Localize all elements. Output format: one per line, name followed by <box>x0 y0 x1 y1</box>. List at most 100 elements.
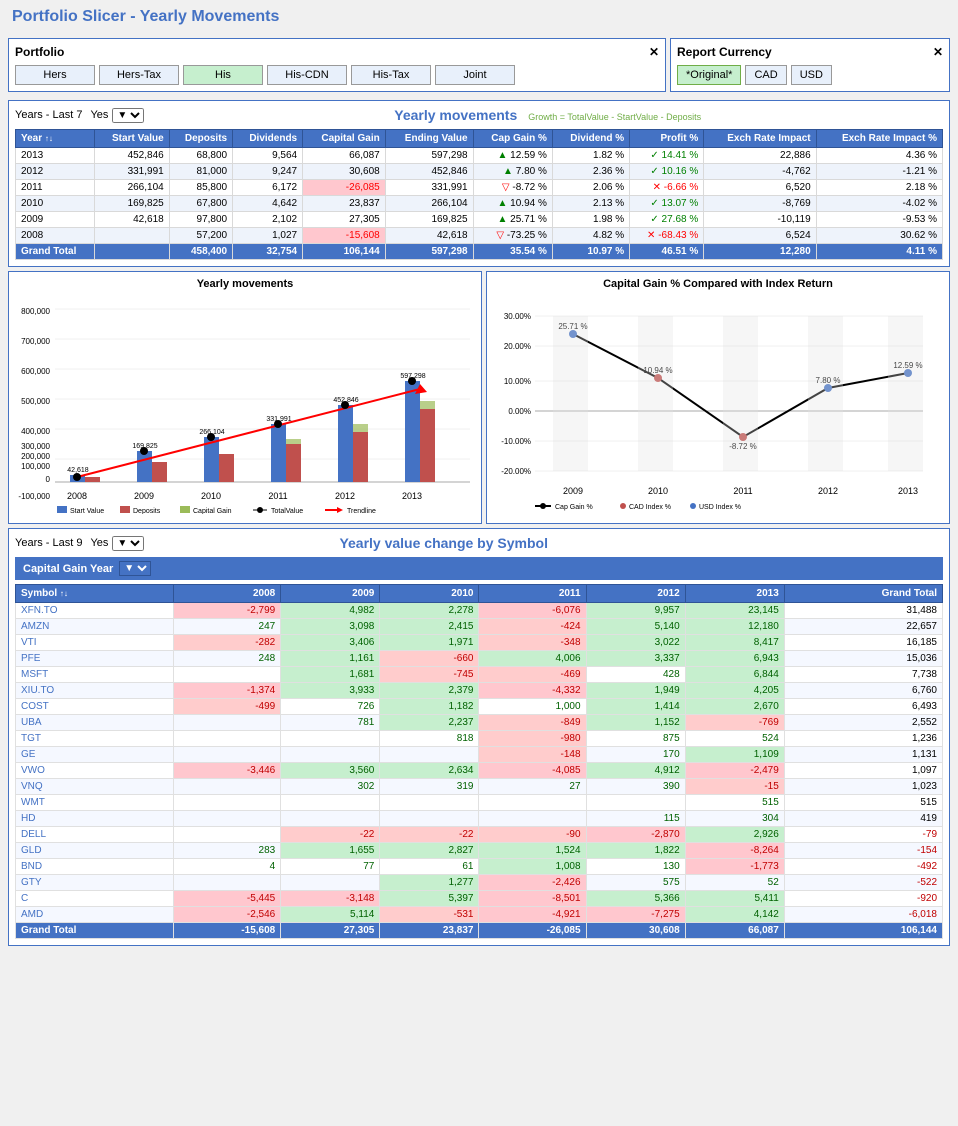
list-item: 302 <box>281 779 380 795</box>
svg-text:Start Value: Start Value <box>70 508 104 514</box>
list-item: -4,921 <box>479 907 586 923</box>
list-item: 5,140 <box>586 619 685 635</box>
list-item: 16,185 <box>784 635 942 651</box>
list-item: -2,426 <box>479 875 586 891</box>
table-row: 22,886 <box>704 148 816 164</box>
cg-header-select[interactable]: ▼ <box>119 561 151 576</box>
list-item: -980 <box>479 731 586 747</box>
table-row: 1.82 % <box>552 148 629 164</box>
list-item: 1,023 <box>784 779 942 795</box>
table-row: 2010 <box>16 196 95 212</box>
list-item: -2,546 <box>174 907 281 923</box>
list-item: -5,445 <box>174 891 281 907</box>
table-row: 2013 <box>16 148 95 164</box>
table-row: 452,846 <box>95 148 170 164</box>
list-item: 1,971 <box>380 635 479 651</box>
list-item: -154 <box>784 843 942 859</box>
sym-col-2009: 2009 <box>281 585 380 603</box>
list-item: VWO <box>16 763 174 779</box>
list-item: 2,670 <box>685 699 784 715</box>
symbol-filter-select[interactable]: ▼ <box>112 536 144 551</box>
list-item: AMD <box>16 907 174 923</box>
table-row: 1.98 % <box>552 212 629 228</box>
currency-btn-original[interactable]: *Original* <box>677 65 741 85</box>
list-item: 2,237 <box>380 715 479 731</box>
list-item: 726 <box>281 699 380 715</box>
sym-col-2008: 2008 <box>174 585 281 603</box>
portfolio-btn-hers-tax[interactable]: Hers-Tax <box>99 65 179 85</box>
list-item: 1,131 <box>784 747 942 763</box>
svg-text:800,000: 800,000 <box>21 307 50 316</box>
svg-text:10.00%: 10.00% <box>504 377 531 386</box>
list-item: 1,524 <box>479 843 586 859</box>
page-title: Portfolio Slicer - Yearly Movements <box>0 0 958 34</box>
cg-header: Capital Gain Year ▼ <box>15 557 943 580</box>
portfolio-btn-joint[interactable]: Joint <box>435 65 515 85</box>
list-item: 1,681 <box>281 667 380 683</box>
svg-text:Deposits: Deposits <box>133 508 161 514</box>
table-row: 32,754 <box>233 244 303 260</box>
table-row: 66,087 <box>303 148 386 164</box>
svg-text:400,000: 400,000 <box>21 427 50 436</box>
list-item <box>174 827 281 843</box>
currency-btn-usd[interactable]: USD <box>791 65 832 85</box>
list-item: -348 <box>479 635 586 651</box>
list-item: TGT <box>16 731 174 747</box>
svg-text:-100,000: -100,000 <box>18 492 50 501</box>
col-exch: Exch Rate Impact <box>704 130 816 148</box>
list-item: WMT <box>16 795 174 811</box>
portfolio-btn-his-cdn[interactable]: His-CDN <box>267 65 347 85</box>
table-row: ▲ 7.80 % <box>473 164 552 180</box>
svg-text:2008: 2008 <box>67 491 87 501</box>
list-item: -8,264 <box>685 843 784 859</box>
portfolio-btn-his-tax[interactable]: His-Tax <box>351 65 431 85</box>
table-row: 4.36 % <box>816 148 942 164</box>
list-item: -2,479 <box>685 763 784 779</box>
list-item: -22 <box>380 827 479 843</box>
table-row: 42,618 <box>385 228 473 244</box>
list-item <box>281 731 380 747</box>
list-item: 524 <box>685 731 784 747</box>
currency-btn-cad[interactable]: CAD <box>745 65 786 85</box>
table-row: 331,991 <box>95 164 170 180</box>
list-item: 2,379 <box>380 683 479 699</box>
svg-text:2010: 2010 <box>201 491 221 501</box>
currency-label: Report Currency <box>677 45 772 59</box>
table-row: 42,618 <box>95 212 170 228</box>
list-item: 875 <box>586 731 685 747</box>
svg-text:2012: 2012 <box>818 486 838 496</box>
svg-text:600,000: 600,000 <box>21 367 50 376</box>
list-item: -22 <box>281 827 380 843</box>
portfolio-btn-hers[interactable]: Hers <box>15 65 95 85</box>
list-item: 248 <box>174 651 281 667</box>
list-item: GE <box>16 747 174 763</box>
filter-select[interactable]: ▼ <box>112 108 144 123</box>
col-capgainpct: Cap Gain % <box>473 130 552 148</box>
list-item: 170 <box>586 747 685 763</box>
portfolio-filter-icon[interactable]: ✕ <box>649 45 659 59</box>
svg-text:Capital Gain: Capital Gain <box>193 508 232 514</box>
svg-text:2009: 2009 <box>563 486 583 496</box>
portfolio-btn-his[interactable]: His <box>183 65 263 85</box>
list-item: 4,006 <box>479 651 586 667</box>
list-item: 2,552 <box>784 715 942 731</box>
filter-row: Years - Last 7 Yes ▼ <box>15 108 144 123</box>
table-row: 266,104 <box>385 196 473 212</box>
list-item <box>479 795 586 811</box>
list-item: 1,822 <box>586 843 685 859</box>
list-item: 1,000 <box>479 699 586 715</box>
col-profitpct: Profit % <box>630 130 704 148</box>
sym-col-2013: 2013 <box>685 585 784 603</box>
list-item: 77 <box>281 859 380 875</box>
svg-text:42,618: 42,618 <box>67 467 89 474</box>
symbol-filter-yes: Yes <box>90 537 108 549</box>
bar-chart-title: Yearly movements <box>15 278 475 290</box>
list-item: DELL <box>16 827 174 843</box>
table-row: ✓ 14.41 % <box>630 148 704 164</box>
line-chart-title: Capital Gain % Compared with Index Retur… <box>493 278 943 290</box>
list-item: -6,018 <box>784 907 942 923</box>
portfolio-label: Portfolio <box>15 45 64 59</box>
list-item <box>586 795 685 811</box>
currency-filter-icon[interactable]: ✕ <box>933 45 943 59</box>
list-item <box>174 875 281 891</box>
